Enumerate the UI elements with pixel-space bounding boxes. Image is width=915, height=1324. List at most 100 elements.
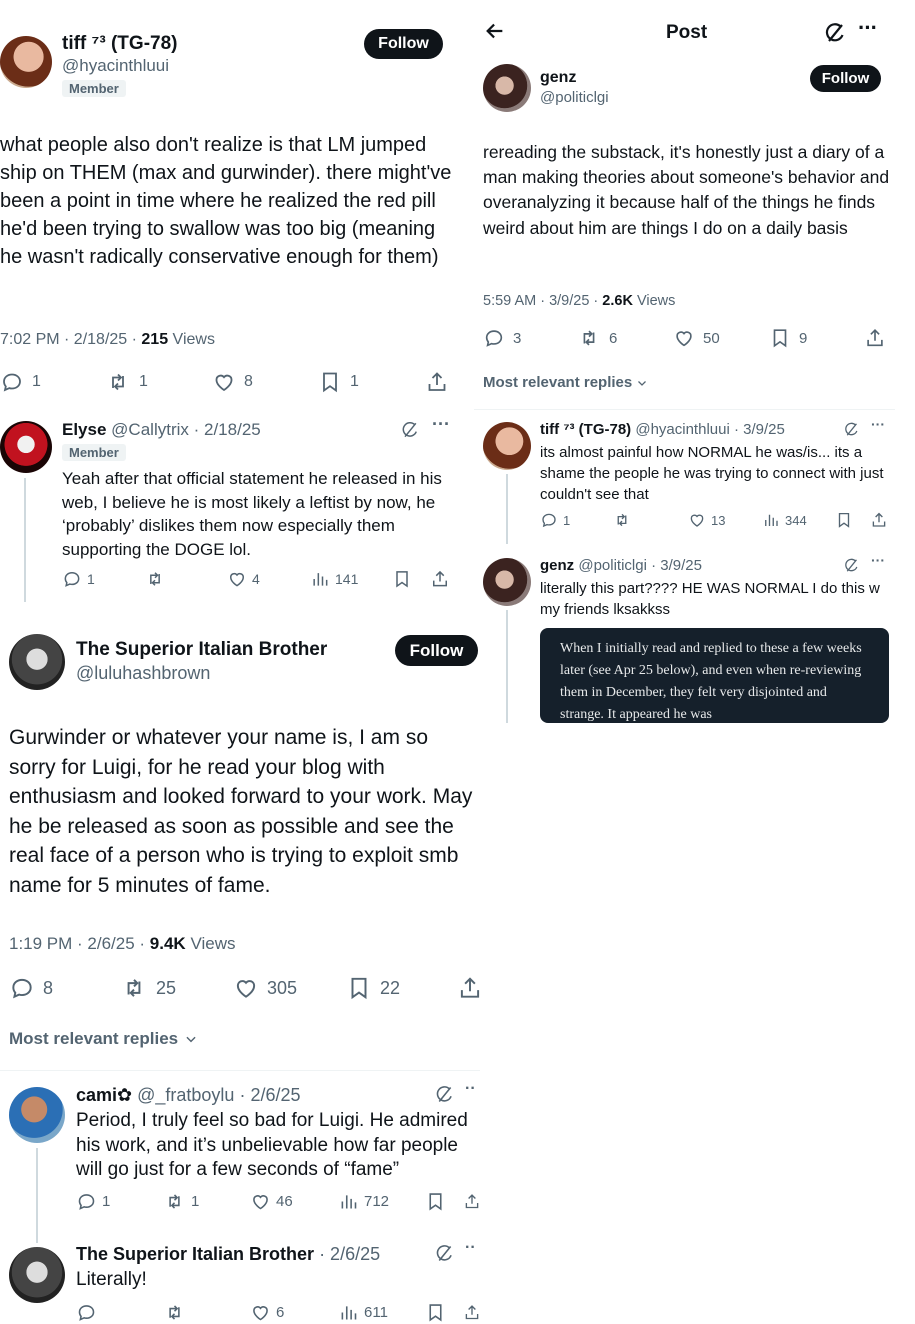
- avatar[interactable]: [483, 558, 531, 606]
- avatar[interactable]: [9, 1087, 65, 1143]
- author-handle[interactable]: @hyacinthluui: [62, 56, 177, 76]
- like-action[interactable]: 8: [212, 370, 253, 394]
- grok-icon: [434, 1084, 455, 1105]
- more-options-icon[interactable]: ···: [858, 15, 878, 41]
- repost-action[interactable]: [144, 569, 171, 589]
- more-options-icon[interactable]: ···: [871, 552, 885, 568]
- views-action[interactable]: 611: [338, 1302, 388, 1323]
- more-options-icon[interactable]: ···: [432, 414, 450, 435]
- reply-header: Elyse @Callytrix · 2/18/25: [62, 420, 261, 440]
- reply-author-handle[interactable]: @Callytrix: [111, 420, 189, 439]
- like-action[interactable]: 50: [673, 327, 720, 349]
- reply-action[interactable]: 3: [483, 327, 521, 349]
- more-options-icon[interactable]: ···: [871, 416, 885, 432]
- views-action[interactable]: 344: [762, 511, 807, 529]
- like-action[interactable]: 13: [688, 511, 725, 529]
- bookmark-action[interactable]: 22: [346, 975, 400, 1001]
- like-count: 8: [244, 373, 253, 390]
- share-icon: [425, 370, 449, 394]
- most-relevant-replies-dropdown[interactable]: Most relevant replies: [9, 1029, 198, 1049]
- share-button[interactable]: [864, 327, 886, 349]
- bookmark-action[interactable]: 1: [318, 370, 359, 394]
- avatar[interactable]: [483, 422, 531, 470]
- reply-action[interactable]: 1: [62, 569, 95, 589]
- reply-author-name[interactable]: The Superior Italian Brother: [76, 1244, 314, 1264]
- reply-action[interactable]: 8: [9, 975, 53, 1001]
- avatar[interactable]: [9, 634, 65, 690]
- views-action[interactable]: 712: [338, 1191, 389, 1212]
- share-icon: [870, 511, 888, 529]
- share-button[interactable]: [463, 1302, 481, 1323]
- quoted-image-text[interactable]: When I initially read and replied to the…: [540, 628, 889, 723]
- heart-icon: [250, 1191, 271, 1212]
- bookmark-button[interactable]: [425, 1302, 446, 1323]
- follow-button[interactable]: Follow: [395, 635, 478, 666]
- back-button[interactable]: [484, 20, 506, 47]
- reply-author-handle[interactable]: @hyacinthluui: [635, 421, 729, 438]
- heart-icon: [688, 511, 706, 529]
- repost-action[interactable]: [612, 511, 637, 529]
- author-name[interactable]: The Superior Italian Brother: [76, 639, 327, 661]
- grok-button[interactable]: [823, 21, 847, 50]
- grok-button[interactable]: [434, 1084, 455, 1110]
- share-icon: [430, 569, 450, 589]
- views-count: 9.4K: [149, 934, 186, 953]
- share-button[interactable]: [425, 370, 449, 394]
- reply-icon: [62, 569, 82, 589]
- follow-button[interactable]: Follow: [364, 29, 443, 59]
- avatar[interactable]: [0, 421, 52, 473]
- avatar[interactable]: [9, 1247, 65, 1303]
- reply-author-handle[interactable]: @_fratboylu: [137, 1085, 234, 1105]
- share-button[interactable]: [870, 511, 888, 529]
- repost-icon: [577, 327, 601, 349]
- reply-date: · 2/18/25: [193, 420, 261, 439]
- avatar[interactable]: [483, 64, 531, 112]
- repost-action[interactable]: [163, 1302, 191, 1323]
- like-action[interactable]: 305: [233, 975, 297, 1001]
- author-handle[interactable]: @politiclgi: [540, 89, 609, 106]
- author-name[interactable]: genz: [540, 69, 609, 87]
- bookmark-button[interactable]: [392, 569, 412, 589]
- views-action[interactable]: 141: [310, 569, 358, 589]
- reply-count: 8: [43, 977, 54, 998]
- grok-button[interactable]: [843, 421, 860, 443]
- like-action[interactable]: 4: [227, 569, 260, 589]
- reply-action[interactable]: 1: [0, 370, 41, 394]
- thread-line: [506, 610, 508, 723]
- grok-button[interactable]: [434, 1243, 455, 1269]
- reply-author-name[interactable]: cami✿: [76, 1085, 132, 1105]
- avatar[interactable]: [0, 36, 52, 88]
- reply-author-name[interactable]: Elyse: [62, 420, 106, 439]
- repost-action[interactable]: 1: [163, 1191, 199, 1212]
- reply-action[interactable]: 1: [76, 1191, 110, 1212]
- share-button[interactable]: [463, 1191, 481, 1212]
- most-relevant-replies-dropdown[interactable]: Most relevant replies: [483, 374, 648, 391]
- chevron-down-icon: [186, 1036, 196, 1043]
- more-options-icon[interactable]: ··: [465, 1080, 476, 1098]
- grok-button[interactable]: [843, 557, 860, 579]
- author-handle[interactable]: @luluhashbrown: [76, 663, 327, 684]
- repost-action[interactable]: 1: [105, 370, 148, 394]
- reply-author-name[interactable]: genz: [540, 557, 574, 574]
- reply-action[interactable]: 1: [540, 511, 570, 529]
- author-name[interactable]: tiff ⁷³ (TG-78): [62, 33, 177, 55]
- reply-action[interactable]: [76, 1302, 102, 1323]
- repost-action[interactable]: 6: [577, 327, 617, 349]
- bookmark-button[interactable]: [425, 1191, 446, 1212]
- bookmark-button[interactable]: [835, 511, 853, 529]
- heart-icon: [673, 327, 695, 349]
- like-action[interactable]: 46: [250, 1191, 293, 1212]
- reply-author-name[interactable]: tiff ⁷³ (TG-78): [540, 421, 631, 438]
- repost-action[interactable]: 25: [120, 975, 176, 1001]
- more-options-icon[interactable]: ··: [465, 1239, 476, 1257]
- share-button[interactable]: [430, 569, 450, 589]
- share-button[interactable]: [457, 975, 483, 1001]
- reply-author-handle[interactable]: @politiclgi: [578, 557, 647, 574]
- like-count: 4: [252, 571, 260, 587]
- views-count: 215: [141, 331, 169, 348]
- repost-icon: [612, 511, 632, 529]
- grok-button[interactable]: [400, 420, 420, 445]
- like-action[interactable]: 6: [250, 1302, 284, 1323]
- follow-button[interactable]: Follow: [810, 65, 881, 92]
- bookmark-action[interactable]: 9: [769, 327, 807, 349]
